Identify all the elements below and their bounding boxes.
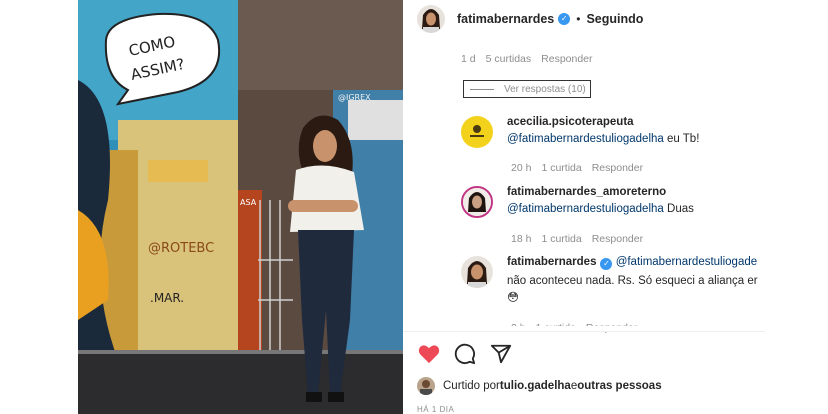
other-likers-link[interactable]: outras pessoas — [577, 380, 661, 392]
reply-button[interactable]: Responder — [541, 53, 592, 65]
replies-line — [470, 88, 494, 90]
liker-username[interactable]: tulio.gadelha — [500, 380, 571, 392]
comment-meta: 20 h 1 curtida Responder — [511, 162, 643, 174]
comment-time: 1 d — [461, 53, 476, 65]
comment-username[interactable]: fatimabernardes_amoreterno — [507, 186, 694, 198]
post-photo[interactable]: COMO ASSIM? @ROTEBC .MAR. @IGREX ASA — [78, 0, 403, 414]
yellow-logo-avatar[interactable] — [461, 116, 493, 148]
comment-body: não aconteceu nada. Rs. Só esqueci a ali… — [507, 275, 758, 287]
header-separator: • — [576, 12, 581, 26]
liked-by-prefix: Curtido por — [443, 380, 500, 392]
following-button[interactable]: Seguindo — [586, 12, 643, 26]
comment-text: @fatimabernardestuliogadelha eu Tb! — [507, 132, 699, 147]
wall-tag-igrex: @IGREX — [338, 93, 371, 102]
comment-time: 20 h — [511, 162, 532, 174]
flushed-face-emoji: 😳 — [507, 292, 519, 304]
mention-link[interactable]: @fatimabernardestuliogade — [616, 256, 757, 268]
mention-link[interactable]: @fatimabernardestuliogadelha — [507, 203, 664, 215]
post-image: COMO ASSIM? @ROTEBC .MAR. @IGREX ASA — [78, 0, 403, 414]
comment-time: 18 h — [511, 233, 532, 245]
mention-link[interactable]: @fatimabernardestuliogadelha — [507, 133, 664, 145]
comment-likes[interactable]: 1 curtida — [541, 162, 581, 174]
liked-by: Curtido por tulio.gadelha e outras pesso… — [417, 377, 662, 395]
heart-filled-icon[interactable] — [417, 342, 441, 366]
comment-username[interactable]: acecilia.psicoterapeuta — [507, 116, 699, 128]
comment-body: eu Tb! — [663, 133, 700, 145]
comment-meta: 1 d 5 curtidas Responder — [461, 53, 593, 65]
comment-likes[interactable]: 5 curtidas — [486, 53, 532, 65]
wall-tag-rotebc: @ROTEBC — [148, 241, 214, 256]
view-replies-button[interactable]: Ver respostas (10) — [463, 80, 591, 98]
comment-username[interactable]: fatimabernardes — [507, 256, 596, 268]
comment-item: acecilia.psicoterapeuta @fatimabernardes… — [461, 116, 699, 174]
comment-text: fatimabernardes ✓ @fatimabernardestulioga… — [507, 256, 758, 270]
portrait-avatar[interactable] — [461, 256, 493, 288]
reply-button[interactable]: Responder — [592, 162, 643, 174]
portrait-avatar[interactable] — [461, 186, 493, 218]
divider — [403, 331, 765, 332]
comment-item: fatimabernardes ✓ @fatimabernardestulioga… — [461, 256, 758, 334]
comments-panel: fatimabernardes ✓ • Seguindo 1 d 5 curti… — [403, 0, 765, 414]
reply-button[interactable]: Responder — [592, 233, 643, 245]
post-time: HÁ 1 DIA — [417, 405, 455, 414]
comment-item: fatimabernardes_amoreterno @fatimabernar… — [461, 186, 694, 245]
comment-likes[interactable]: 1 curtida — [541, 233, 581, 245]
post-header: fatimabernardes ✓ • Seguindo — [403, 0, 765, 38]
liker-avatar[interactable] — [417, 377, 435, 395]
author-username[interactable]: fatimabernardes — [457, 12, 554, 26]
comment-icon[interactable] — [453, 342, 477, 366]
comment-meta: 18 h 1 curtida Responder — [511, 233, 643, 245]
comment-body: Duas — [663, 203, 694, 215]
comment-text: @fatimabernardestuliogadelha Duas — [507, 202, 694, 217]
wall-tag-mar: .MAR. — [150, 291, 184, 305]
verified-badge-icon: ✓ — [558, 13, 571, 25]
wall-tag-asa: ASA — [240, 198, 257, 207]
view-replies-label[interactable]: Ver respostas (10) — [504, 84, 586, 95]
send-icon[interactable] — [489, 342, 513, 366]
action-bar — [417, 342, 513, 366]
verified-badge-icon: ✓ — [600, 258, 613, 270]
author-avatar[interactable] — [417, 5, 445, 33]
